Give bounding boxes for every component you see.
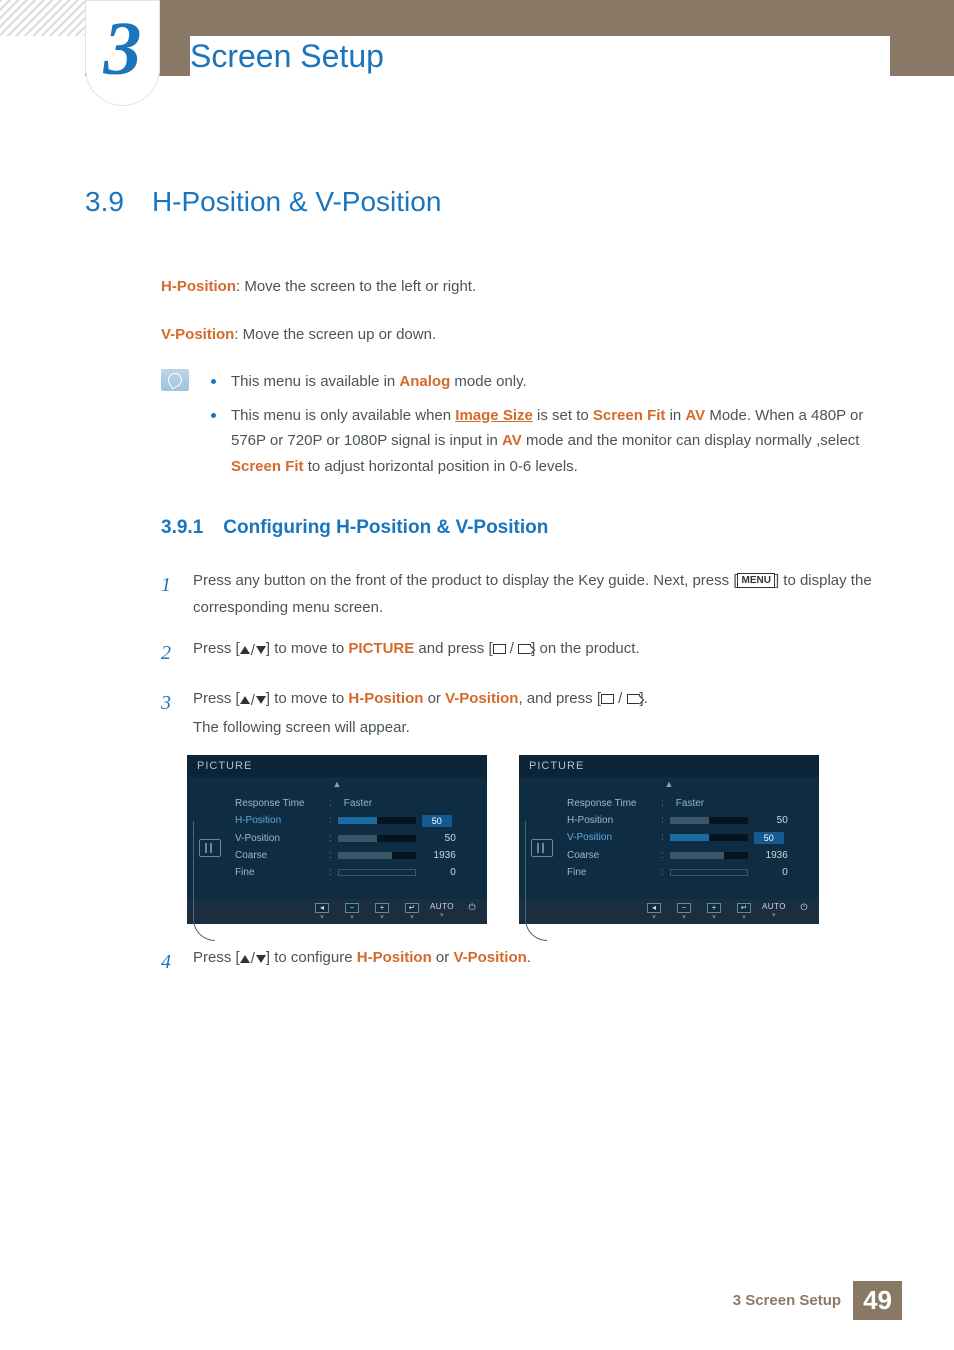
chapter-badge: 3 [85,0,160,106]
osd-btn-enter: ↵▾ [397,899,427,924]
enter-source-icon: / [493,640,532,657]
step-number: 2 [161,635,175,671]
step-4: 4 Press [ / ] to configure H-Position or… [161,944,882,980]
hpos-label: H-Position [161,278,236,295]
step-number: 1 [161,567,175,621]
osd-btn-enter: ↵▾ [729,899,759,924]
menu-key-badge: MENU [737,573,774,588]
note-list: This menu is available in Analog mode on… [211,369,882,487]
subsection-title: Configuring H-Position & V-Position [223,517,548,539]
vpos-desc: V-Position: Move the screen up or down. [161,322,882,348]
osd-btn-minus: −▾ [669,899,699,924]
vpos-label: V-Position [161,326,234,343]
intro-block: H-Position: Move the screen to the left … [161,274,882,487]
osd-btn-plus: +▾ [699,899,729,924]
osd-screenshots: PICTURE ▲ Response Time:Faster H-Positio… [187,755,882,924]
chapter-number: 3 [104,11,142,87]
subsection-number: 3.9.1 [161,517,203,539]
osd-btn-auto: AUTO▾ [427,899,457,924]
up-down-arrows-icon: / [240,945,266,972]
osd-btn-power: ⏻ [789,899,819,924]
note-icon [161,369,189,391]
osd-btn-plus: +▾ [367,899,397,924]
osd-panel-hposition: PICTURE ▲ Response Time:Faster H-Positio… [187,755,487,924]
header-hatch [0,0,85,36]
steps-list-cont: 4 Press [ / ] to configure H-Position or… [161,944,882,980]
note-block: This menu is available in Analog mode on… [161,369,882,487]
note-item: This menu is available in Analog mode on… [211,369,882,395]
page-content: 3.9 H-Position & V-Position H-Position: … [0,76,954,980]
note-item: This menu is only available when Image S… [211,403,882,480]
osd-footer: ◂▾ −▾ +▾ ↵▾ AUTO▾ ⏻ [187,899,487,924]
scroll-up-icon: ▲ [187,777,487,791]
step-1: 1 Press any button on the front of the p… [161,567,882,621]
picture-tab-icon [531,839,553,857]
picture-tab-icon [199,839,221,857]
scroll-up-icon: ▲ [519,777,819,791]
section-title: H-Position & V-Position [152,186,441,218]
steps-list: 1 Press any button on the front of the p… [161,567,882,741]
osd-title: PICTURE [187,755,487,777]
step-2: 2 Press [ / ] to move to PICTURE and pre… [161,635,882,671]
hpos-desc: H-Position: Move the screen to the left … [161,274,882,300]
up-down-arrows-icon: / [240,637,266,664]
osd-btn-back: ◂▾ [307,899,337,924]
step-number: 4 [161,944,175,980]
subsection-heading: 3.9.1 Configuring H-Position & V-Positio… [161,517,882,539]
osd-btn-auto: AUTO▾ [759,899,789,924]
step-number: 3 [161,685,175,741]
osd-panel-vposition: PICTURE ▲ Response Time:Faster H-Positio… [519,755,819,924]
osd-btn-power: ⏻ [457,899,487,924]
enter-source-icon: / [601,690,640,707]
osd-footer: ◂▾ −▾ +▾ ↵▾ AUTO▾ ⏻ [519,899,819,924]
osd-btn-minus: −▾ [337,899,367,924]
up-down-arrows-icon: / [240,687,266,714]
section-number: 3.9 [85,186,124,218]
osd-title: PICTURE [519,755,819,777]
osd-btn-back: ◂▾ [639,899,669,924]
footer-chapter: 3 Screen Setup [733,1292,841,1309]
section-heading: 3.9 H-Position & V-Position [85,186,882,218]
page-footer: 3 Screen Setup 49 [733,1281,902,1320]
step-3: 3 Press [ / ] to move to H-Position or V… [161,685,882,741]
chapter-title: Screen Setup [190,36,890,77]
page-number: 49 [853,1281,902,1320]
